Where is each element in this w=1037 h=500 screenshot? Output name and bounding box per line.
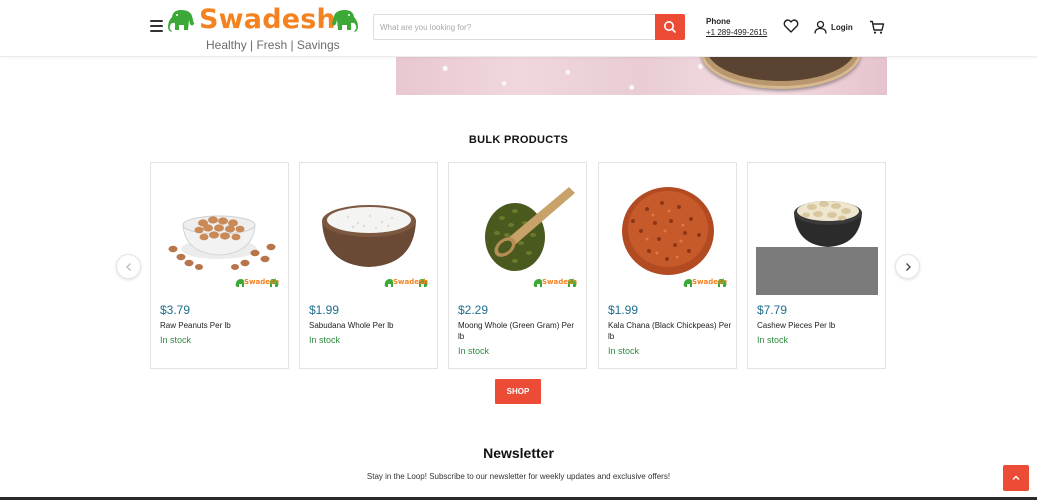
- elephant-left-icon: [168, 10, 194, 32]
- login-label: Login: [831, 22, 853, 32]
- site-header: Swadesh Healthy | Fresh | Savings Phone …: [0, 0, 1037, 57]
- product-image: Swadesh: [308, 173, 430, 295]
- product-price: $1.99: [608, 303, 639, 317]
- hero-banner-image[interactable]: [396, 57, 887, 95]
- phone-number-link[interactable]: +1 289-499-2615: [706, 27, 767, 38]
- swadesh-watermark-logo: Swadesh: [384, 277, 428, 291]
- stock-status: In stock: [160, 335, 192, 345]
- stock-status: In stock: [608, 346, 640, 356]
- search-icon: [664, 21, 676, 33]
- search-button[interactable]: [655, 14, 685, 40]
- product-card-kala-chana[interactable]: Swadesh $1.99 Kala Chana (Black Chickpea…: [598, 162, 737, 369]
- phone-label: Phone: [706, 17, 731, 26]
- search-bar: [373, 14, 685, 40]
- product-card-moong-whole[interactable]: Swadesh $2.29 Moong Whole (Green Gram) P…: [448, 162, 587, 369]
- logo-tagline: Healthy | Fresh | Savings: [206, 38, 340, 52]
- product-name[interactable]: Sabudana Whole Per lb: [309, 320, 433, 331]
- watermark-text: Swadesh: [542, 278, 578, 286]
- newsletter-title: Newsletter: [483, 445, 554, 461]
- stock-status: In stock: [458, 346, 490, 356]
- carousel-next-button[interactable]: [895, 254, 920, 279]
- product-name[interactable]: Raw Peanuts Per lb: [160, 320, 284, 331]
- user-icon: [814, 20, 827, 34]
- menu-icon[interactable]: [150, 20, 163, 32]
- swadesh-watermark-logo: Swadesh: [235, 277, 279, 291]
- newsletter-description: Stay in the Loop! Subscribe to our newsl…: [366, 472, 671, 481]
- phone-contact: Phone +1 289-499-2615: [706, 16, 767, 38]
- product-image: Swadesh: [457, 173, 579, 295]
- product-card-sabudana[interactable]: Swadesh $1.99 Sabudana Whole Per lb In s…: [299, 162, 438, 369]
- search-input[interactable]: [374, 15, 656, 39]
- carousel-prev-button[interactable]: [116, 254, 141, 279]
- section-title-bulk-products: BULK PRODUCTS: [468, 134, 569, 146]
- elephant-right-icon: [332, 10, 358, 32]
- chevron-right-icon: [905, 262, 911, 271]
- product-price: $1.99: [309, 303, 340, 317]
- login-link[interactable]: Login: [814, 19, 853, 35]
- shop-button[interactable]: SHOP: [495, 379, 541, 404]
- product-image: Swadesh: [159, 173, 281, 295]
- chevron-up-icon: [1012, 475, 1020, 480]
- swadesh-watermark-logo: Swadesh: [533, 277, 577, 291]
- swadesh-watermark-logo: Swadesh: [683, 277, 727, 291]
- site-logo[interactable]: Swadesh Healthy | Fresh | Savings: [168, 4, 360, 54]
- cart-icon[interactable]: [869, 19, 885, 35]
- product-price: $3.79: [160, 303, 191, 317]
- product-name[interactable]: Kala Chana (Black Chickpeas) Per lb: [608, 320, 732, 342]
- stock-status: In stock: [309, 335, 341, 345]
- product-image: Swadesh: [607, 173, 729, 295]
- logo-wordmark: Swadesh: [199, 4, 336, 35]
- back-to-top-button[interactable]: [1003, 465, 1029, 491]
- product-card-cashew-pieces[interactable]: $7.79 Cashew Pieces Per lb In stock: [747, 162, 886, 369]
- watermark-text: Swadesh: [244, 278, 280, 286]
- stock-status: In stock: [757, 335, 789, 345]
- product-price: $7.79: [757, 303, 788, 317]
- product-card-raw-peanuts[interactable]: Swadesh $3.79 Raw Peanuts Per lb In stoc…: [150, 162, 289, 369]
- product-name[interactable]: Moong Whole (Green Gram) Per lb: [458, 320, 582, 342]
- product-name[interactable]: Cashew Pieces Per lb: [757, 320, 881, 331]
- watermark-text: Swadesh: [393, 278, 429, 286]
- chevron-left-icon: [125, 262, 131, 271]
- watermark-text: Swadesh: [692, 278, 728, 286]
- product-image: [756, 173, 878, 295]
- heart-icon[interactable]: [783, 18, 799, 34]
- product-price: $2.29: [458, 303, 489, 317]
